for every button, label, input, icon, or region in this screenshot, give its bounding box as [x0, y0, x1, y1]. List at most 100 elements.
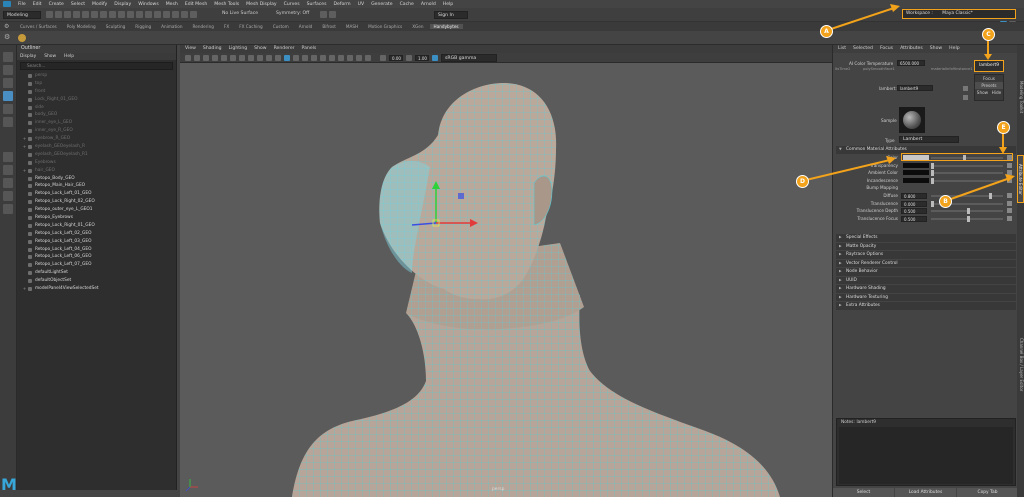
map-button-icon[interactable] — [1007, 215, 1012, 221]
notes-textarea[interactable] — [839, 427, 1013, 484]
image-plane-icon[interactable] — [203, 54, 209, 61]
select-component-icon[interactable] — [109, 11, 116, 18]
copy-tab-button[interactable]: Copy Tab — [957, 488, 1018, 497]
menu-windows[interactable]: Windows — [138, 2, 159, 7]
grid-icon[interactable] — [212, 54, 218, 61]
attr-slider-knob[interactable] — [967, 215, 970, 222]
xray-joints-icon[interactable] — [365, 54, 371, 61]
node-tab-button[interactable]: lambert9 — [974, 60, 1004, 72]
section-matte-opacity[interactable]: Matte Opacity — [836, 242, 1016, 250]
show-button[interactable]: Show — [977, 89, 988, 96]
wireframe-on-shaded-icon[interactable] — [284, 54, 290, 61]
map-button-icon[interactable] — [1007, 193, 1012, 198]
outliner-item[interactable]: Retopo_Lock_Left_02_GEO — [21, 230, 176, 238]
outliner-item[interactable]: inner_eye_R_GEO — [21, 127, 176, 135]
attr-slider-knob[interactable] — [931, 200, 934, 207]
node-graph-icon[interactable] — [963, 86, 968, 91]
paint-select-icon[interactable] — [3, 78, 13, 88]
select-hierarchy-icon[interactable] — [91, 11, 98, 18]
shelf-tab-arnold[interactable]: Arnold — [295, 24, 317, 29]
outliner-item[interactable]: front — [21, 88, 176, 96]
attr-slider[interactable] — [931, 172, 1003, 175]
rotate-tool-icon[interactable] — [3, 104, 13, 114]
tab-attribute-editor[interactable]: Attribute Editor — [1017, 155, 1024, 203]
outliner-item[interactable]: Retopo_Eyebrows — [21, 214, 176, 222]
ipr-render-icon[interactable] — [181, 11, 188, 18]
outliner-item[interactable]: Retopo_Body_GEO — [21, 175, 176, 183]
isolate-icon[interactable] — [347, 54, 353, 61]
mode-dropdown[interactable]: Modeling — [3, 11, 41, 19]
section-raytrace-options[interactable]: Raytrace Options — [836, 251, 1016, 259]
shelf-tab-fx-caching[interactable]: FX Caching — [235, 24, 267, 29]
menu-help[interactable]: Help — [443, 2, 453, 7]
single-pane-icon[interactable] — [3, 152, 13, 162]
shelf-gear-icon[interactable]: ⚙ — [4, 23, 9, 30]
section-uuid[interactable]: UUID — [836, 276, 1016, 284]
ao-icon[interactable] — [320, 54, 326, 61]
outliner-item[interactable]: inner_eye_L_GEO — [21, 119, 176, 127]
attr-swatch[interactable] — [903, 177, 929, 183]
gamma-field[interactable]: 1.00 — [415, 54, 429, 61]
film-gate-icon[interactable] — [221, 54, 227, 61]
map-button-icon[interactable] — [1007, 200, 1012, 206]
snap-plane-icon[interactable] — [145, 11, 152, 18]
shadows-icon[interactable] — [311, 54, 317, 61]
attr-slider-knob[interactable] — [931, 162, 934, 169]
attr-slider-knob[interactable] — [931, 177, 934, 184]
outliner-item[interactable]: + hair_GEO — [21, 167, 176, 175]
outliner-item[interactable]: Retopo_Lock_Left_04_GEO — [21, 246, 176, 254]
attr-value-field[interactable]: 0.000 — [901, 200, 927, 207]
gamma-icon[interactable] — [406, 54, 412, 61]
section-node-behavior[interactable]: Node Behavior — [836, 268, 1016, 276]
shelf-tab-animation[interactable]: Animation — [157, 24, 186, 29]
outliner-item[interactable]: eyelash_GEOeyelash_R1 — [21, 151, 176, 159]
symmetry-dropdown[interactable]: Symmetry: Off — [276, 11, 309, 16]
menu-generate[interactable]: Generate — [371, 2, 392, 7]
ae-tab-2[interactable]: polySmoothFace1 — [863, 67, 895, 71]
tab-channel-box[interactable]: Channel Box / Layer Editor — [1017, 315, 1024, 415]
viewport-menu-panels[interactable]: Panels — [302, 45, 317, 53]
outliner-menu-display[interactable]: Display — [20, 53, 36, 60]
ae-tab-1[interactable]: ltsTime2 — [835, 67, 850, 71]
camera-attr-icon[interactable] — [185, 54, 191, 61]
viewport-menu-show[interactable]: Show — [254, 45, 266, 53]
scale-tool-icon[interactable] — [3, 117, 13, 127]
wireframe-icon[interactable] — [266, 54, 272, 61]
viewport-menu-view[interactable]: View — [185, 45, 196, 53]
menu-select[interactable]: Select — [71, 2, 85, 7]
menu-arnold[interactable]: Arnold — [421, 2, 436, 7]
ai-color-temp-field[interactable]: 6500.000 — [897, 60, 925, 66]
textured-icon[interactable] — [293, 54, 299, 61]
node-name-field[interactable]: lambert9 — [897, 85, 933, 91]
xray-icon[interactable] — [320, 11, 327, 18]
viewport-menu-shading[interactable]: Shading — [203, 45, 222, 53]
shelf-tab-fx[interactable]: FX — [220, 24, 233, 29]
attr-slider[interactable] — [931, 164, 1003, 167]
shelf-tool-icon[interactable] — [18, 34, 26, 42]
move-tool-icon[interactable] — [3, 91, 13, 101]
save-scene-icon[interactable] — [64, 11, 71, 18]
attr-value-field[interactable]: 0.500 — [901, 208, 927, 215]
shelf-tab-bifrost[interactable]: Bifrost — [318, 24, 340, 29]
outliner-item[interactable]: + eyelash_GEOeyelash_R — [21, 143, 176, 151]
map-button-icon[interactable] — [1007, 170, 1012, 176]
grid-layout-icon[interactable] — [3, 204, 13, 214]
attr-swatch[interactable] — [903, 162, 929, 168]
shelf-tab-poly-modeling[interactable]: Poly Modeling — [63, 24, 100, 29]
new-scene-icon[interactable] — [46, 11, 53, 18]
presets-button[interactable]: Presets — [975, 82, 1003, 89]
outliner-item[interactable]: Retopo_Lock_Left_03_GEO — [21, 238, 176, 246]
smooth-shade-icon[interactable] — [275, 54, 281, 61]
four-pane-icon[interactable] — [3, 165, 13, 175]
menu-file[interactable]: File — [18, 2, 26, 7]
expand-icon[interactable]: + — [21, 167, 28, 175]
viewport-canvas[interactable]: persp — [180, 63, 832, 497]
expand-icon[interactable]: + — [21, 135, 28, 143]
load-attributes-button[interactable]: Load Attributes — [895, 488, 956, 497]
expand-icon[interactable]: + — [21, 143, 28, 151]
shelf-tab-handybytes[interactable]: Handybytes — [429, 24, 463, 29]
lasso-tool-icon[interactable] — [3, 65, 13, 75]
menu-uv[interactable]: UV — [358, 2, 365, 7]
color-management-icon[interactable] — [432, 54, 438, 61]
outliner-item[interactable]: persp — [21, 72, 176, 80]
